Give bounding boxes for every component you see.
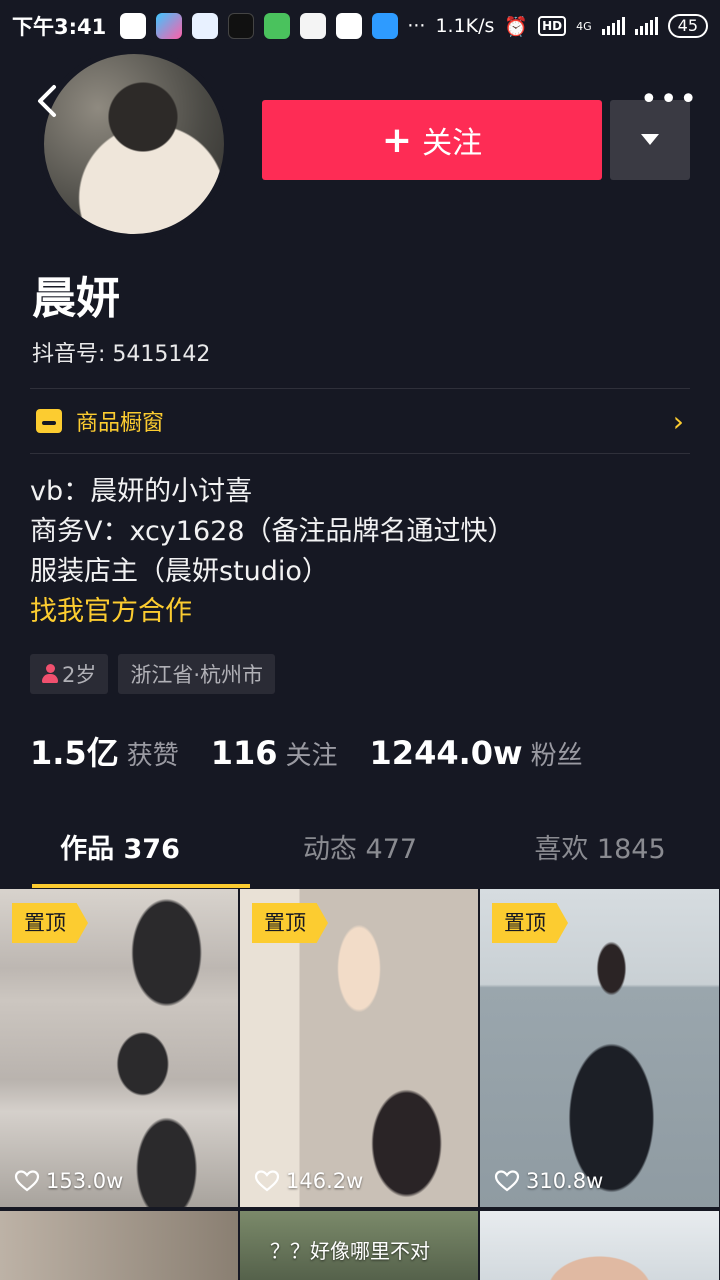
plus-icon: + <box>381 119 413 161</box>
app-icon <box>156 13 183 39</box>
chevron-down-icon <box>641 134 659 145</box>
heart-icon <box>494 1170 520 1192</box>
message-icon <box>120 13 147 39</box>
douyin-id: 抖音号: 5415142 <box>32 342 211 367</box>
signal-icon <box>634 17 658 35</box>
followers-count[interactable]: 1244.0w <box>370 734 523 772</box>
profile-name: 晨妍 <box>32 273 120 324</box>
tab-activity[interactable]: 动态 477 <box>240 820 480 888</box>
video-thumbnail[interactable]: 置顶 310.8w <box>480 889 719 1207</box>
pinned-badge: 置顶 <box>492 903 568 943</box>
bio-line: 服装店主（晨妍studio） <box>30 556 329 587</box>
video-thumbnail[interactable] <box>480 1211 719 1280</box>
video-likes-count: 153.0w <box>46 1169 124 1193</box>
browser-icon <box>336 13 363 39</box>
mobile-carrier-icon <box>192 13 219 39</box>
location-label: 浙江省·杭州市 <box>130 663 264 687</box>
video-thumbnail[interactable]: 置顶 146.2w <box>240 889 478 1207</box>
pinned-badge: 置顶 <box>252 903 328 943</box>
bio-line: 商务V：xcy1628（备注品牌名通过快） <box>30 516 515 547</box>
follow-label: 关注 <box>422 126 483 161</box>
bio: vb：晨妍的小讨喜 商务V：xcy1628（备注品牌名通过快） 服装店主（晨妍s… <box>30 472 515 632</box>
back-icon[interactable] <box>34 84 58 125</box>
bio-line: vb：晨妍的小讨喜 <box>30 476 253 507</box>
shop-icon <box>36 409 62 433</box>
notification-icons <box>120 13 399 39</box>
profile-tabs: 作品 376 动态 477 喜欢 1845 <box>0 820 720 888</box>
video-likes-count: 146.2w <box>286 1169 364 1193</box>
followers-label[interactable]: 粉丝 <box>531 735 583 772</box>
likes-label: 获赞 <box>126 741 179 771</box>
network-speed: 1.1K/s <box>435 15 495 37</box>
avatar[interactable] <box>38 48 230 240</box>
status-right: ··· 1.1K/s ⏰ HD 4G 45 <box>407 14 708 38</box>
tab-liked[interactable]: 喜欢 1845 <box>480 820 720 888</box>
video-thumbnail[interactable] <box>0 1211 238 1280</box>
mobile-carrier-icon <box>300 13 327 39</box>
signal-icon <box>601 17 625 35</box>
video-thumbnail[interactable]: ？？好像哪里不对 <box>240 1211 478 1280</box>
following-count[interactable]: 116 <box>211 734 278 772</box>
tab-works[interactable]: 作品 376 <box>0 820 250 888</box>
tiktok-icon <box>228 13 255 39</box>
app-icon <box>372 13 399 39</box>
battery-icon: 45 <box>667 14 708 38</box>
age-label: 2岁 <box>62 663 97 687</box>
heart-icon <box>254 1170 280 1192</box>
video-grid: 置顶 153.0w 置顶 146.2w 置顶 310.8w ？？好像哪里不对 <box>0 889 720 1280</box>
divider <box>30 453 690 454</box>
shop-window-row[interactable]: 商品橱窗 › <box>30 390 690 452</box>
video-thumbnail[interactable]: 置顶 153.0w <box>0 889 238 1207</box>
following-label[interactable]: 关注 <box>286 735 338 772</box>
person-icon <box>42 664 58 684</box>
location-tag: 浙江省·杭州市 <box>118 654 276 694</box>
alarm-icon: ⏰ <box>504 15 529 38</box>
follow-button[interactable]: + 关注 <box>262 100 602 180</box>
video-likes: 146.2w <box>254 1169 363 1193</box>
video-likes-count: 310.8w <box>526 1169 604 1193</box>
profile-stats: 1.5亿 获赞 116 关注 1244.0w 粉丝 <box>30 728 607 774</box>
more-icon: ··· <box>407 15 426 37</box>
video-likes: 310.8w <box>494 1169 603 1193</box>
video-caption: ？？好像哪里不对 <box>270 1239 430 1263</box>
network-type: 4G <box>576 19 592 33</box>
divider <box>30 388 690 389</box>
status-bar: 下午3:41 ··· 1.1K/s ⏰ HD 4G 45 <box>0 0 720 52</box>
likes-count: 1.5亿 <box>30 734 119 772</box>
hd-icon: HD <box>538 16 567 36</box>
chevron-right-icon: › <box>672 404 684 438</box>
shop-window-label: 商品橱窗 <box>76 411 165 436</box>
video-likes: 153.0w <box>14 1169 123 1193</box>
heart-icon <box>14 1170 40 1192</box>
video-app-icon <box>264 13 291 39</box>
status-time: 下午3:41 <box>12 15 107 39</box>
profile-tags: 2岁 浙江省·杭州市 <box>30 654 276 694</box>
pinned-badge: 置顶 <box>12 903 88 943</box>
cooperation-link[interactable]: 找我官方合作 <box>30 592 515 632</box>
age-tag: 2岁 <box>30 654 109 694</box>
more-options-icon[interactable]: ••• <box>640 85 699 115</box>
